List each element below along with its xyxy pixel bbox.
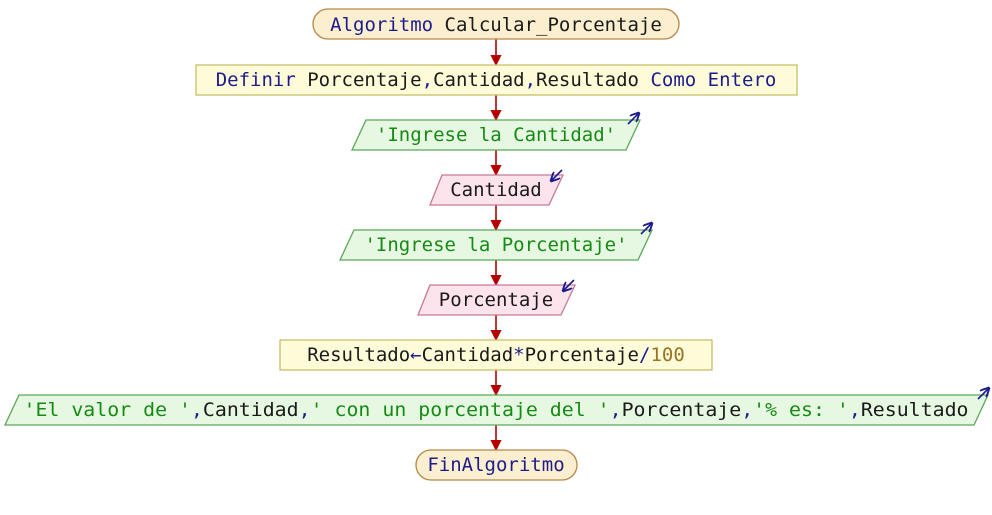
svg-text:'Ingrese la Cantidad': 'Ingrese la Cantidad': [376, 124, 616, 146]
svg-text:Algoritmo Calcular_Porcentaje: Algoritmo Calcular_Porcentaje: [330, 14, 662, 36]
define-var-2: Cantidad: [433, 69, 525, 91]
input-node-1[interactable]: Cantidad: [429, 169, 565, 206]
end-keyword: FinAlgoritmo: [427, 454, 564, 476]
assign-operand-b: Porcentaje: [525, 344, 639, 366]
output-node-3[interactable]: 'El valor de ' ,Cantidad ,' con un porcent…: [3, 388, 989, 426]
output-3-comma-5: ,: [849, 399, 861, 421]
assign-arrow: ←: [410, 344, 421, 366]
assign-target: Resultado: [307, 344, 410, 366]
svg-text:Definir Porcentaje,Cantidad,Re: Definir Porcentaje,Cantidad,Resultado Co…: [216, 69, 777, 91]
output-3-var-1: Cantidad: [203, 399, 299, 421]
svg-text:'El valor de ',Cantidad,' con: 'El valor de ' ,Cantidad ,' con un porcent…: [24, 399, 969, 421]
input-1-var: Cantidad: [450, 179, 542, 201]
define-sep-2: ,: [525, 69, 536, 91]
output-3-string-2: ' con un porcentaje del ': [311, 399, 610, 421]
type-keyword: Entero: [708, 69, 777, 91]
as-keyword: Como: [650, 69, 696, 91]
output-3-string-1: 'El valor de ': [24, 399, 191, 421]
assign-number: 100: [650, 344, 684, 366]
define-keyword: Definir: [216, 69, 296, 91]
output-3-var-3: Resultado: [861, 399, 969, 421]
assign-div: /: [639, 344, 650, 366]
define-node[interactable]: Definir Porcentaje,Cantidad,Resultado Co…: [195, 64, 798, 96]
input-node-2[interactable]: Porcentaje: [417, 279, 577, 316]
input-2-var: Porcentaje: [439, 289, 553, 311]
define-var-3: Resultado: [536, 69, 639, 91]
svg-text:Cantidad: Cantidad: [450, 179, 542, 201]
define-sep-1: ,: [422, 69, 433, 91]
svg-text:'Ingrese la Porcentaje': 'Ingrese la Porcentaje': [364, 234, 627, 256]
assign-mul: *: [513, 344, 524, 366]
define-var-1: Porcentaje: [307, 69, 421, 91]
output-3-comma-2: ,: [299, 399, 311, 421]
assign-node[interactable]: Resultado←Cantidad*Porcentaje/100: [279, 339, 713, 371]
start-keyword: Algoritmo: [330, 14, 433, 36]
svg-text:Porcentaje: Porcentaje: [439, 289, 553, 311]
output-3-comma-1: ,: [191, 399, 203, 421]
svg-text:Resultado←Cantidad*Porcentaje/: Resultado←Cantidad*Porcentaje/100: [307, 344, 685, 366]
output-3-var-2: Porcentaje: [622, 399, 742, 421]
output-3-comma-3: ,: [610, 399, 622, 421]
output-2-text: 'Ingrese la Porcentaje': [364, 234, 627, 256]
end-node[interactable]: FinAlgoritmo: [415, 449, 578, 481]
svg-text:FinAlgoritmo: FinAlgoritmo: [427, 454, 564, 476]
flowchart: Algoritmo Calcular_Porcentaje Definir Po…: [3, 8, 992, 481]
output-3-string-3: '% es: ': [753, 399, 849, 421]
start-node[interactable]: Algoritmo Calcular_Porcentaje: [312, 8, 680, 40]
assign-operand-a: Cantidad: [422, 344, 514, 366]
output-3-comma-4: ,: [741, 399, 753, 421]
output-1-text: 'Ingrese la Cantidad': [376, 124, 616, 146]
algorithm-name: Calcular_Porcentaje: [445, 14, 662, 36]
